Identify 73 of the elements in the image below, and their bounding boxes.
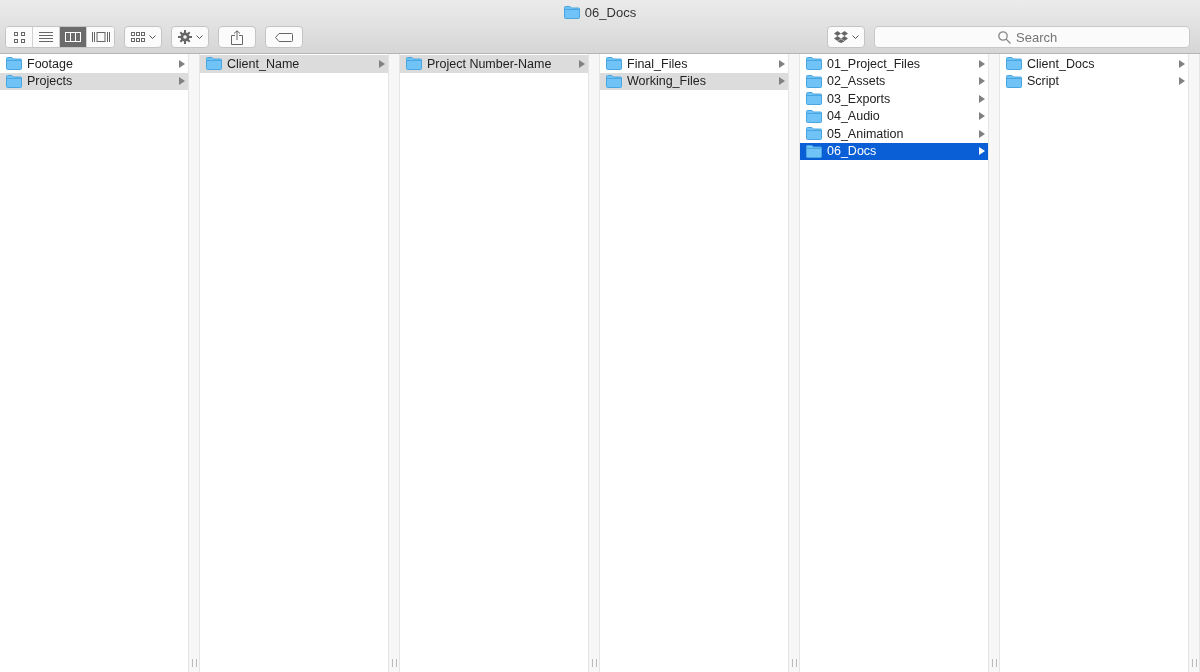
folder-name: Final_Files [627, 56, 689, 71]
resize-handle-icon [991, 659, 997, 667]
view-mode-button[interactable] [60, 27, 87, 47]
folder-icon [806, 92, 822, 106]
folder-row[interactable]: Script [1000, 72, 1188, 90]
folder-name: Footage [27, 56, 74, 71]
disclosure-arrow-icon [579, 59, 585, 68]
grid-icon [13, 31, 25, 43]
folder-icon [806, 144, 822, 158]
folder-row[interactable]: Working_Files [600, 72, 788, 90]
list-icon [39, 32, 53, 42]
columns-icon [65, 32, 81, 42]
gallery-icon [91, 32, 110, 42]
folder-icon [806, 74, 822, 88]
folder-name: 05_Animation [827, 126, 905, 141]
folder-row[interactable]: 01_Project_Files [800, 55, 988, 73]
folder-icon [1006, 57, 1022, 71]
dropbox-button[interactable] [827, 26, 865, 48]
folder-icon [206, 57, 222, 71]
folder-row[interactable]: 04_Audio [800, 107, 988, 125]
folder-name: 02_Assets [827, 74, 887, 89]
action-button[interactable] [171, 26, 209, 48]
resize-handle-icon [791, 659, 797, 667]
chevron-down-icon [148, 34, 156, 40]
share-icon [231, 29, 243, 45]
folder-row[interactable]: 03_Exports [800, 90, 988, 108]
tag-button[interactable] [265, 26, 303, 48]
folder-name: Script [1027, 74, 1060, 89]
folder-icon [406, 57, 422, 71]
folder-icon [806, 109, 822, 123]
folder-row[interactable]: 05_Animation [800, 125, 988, 143]
arrange-button[interactable] [124, 26, 162, 48]
folder-icon [6, 57, 22, 71]
folder-name: Working_Files [627, 74, 707, 89]
folder-name: 01_Project_Files [827, 56, 922, 71]
folder-name: 03_Exports [827, 91, 892, 106]
resize-handle-icon [191, 659, 197, 667]
folder-name: Project Number-Name [427, 56, 553, 71]
folder-name: Client_Docs [1027, 56, 1096, 71]
folder-row[interactable]: Footage [0, 55, 188, 73]
tag-icon [275, 32, 293, 42]
share-button[interactable] [218, 26, 256, 48]
folder-name: 06_Docs [827, 144, 878, 159]
folder-icon [1006, 74, 1022, 88]
folder-row[interactable]: Final_Files [600, 55, 788, 73]
folder-name: Projects [27, 74, 74, 89]
folder-row[interactable]: Project Number-Name [400, 55, 588, 73]
folder-icon [806, 57, 822, 71]
grid-icon [130, 32, 145, 42]
folder-row[interactable]: Client_Name [200, 55, 388, 73]
window-title: 06_Docs [584, 4, 637, 20]
resize-handle-icon [1191, 659, 1197, 667]
folder-icon [6, 74, 22, 88]
folder-row[interactable]: Projects [0, 72, 188, 90]
search-icon [998, 30, 1011, 44]
chevron-down-icon [851, 34, 859, 40]
gear-icon [177, 30, 192, 44]
dropbox-icon [833, 31, 848, 43]
folder-icon [563, 5, 580, 19]
folder-icon [606, 57, 622, 71]
folder-icon [606, 74, 622, 88]
folder-row[interactable]: Client_Docs [1000, 55, 1188, 73]
chevron-down-icon [195, 34, 203, 40]
folder-name: Client_Name [227, 56, 301, 71]
view-mode-button[interactable] [6, 27, 33, 47]
folder-name: 04_Audio [827, 109, 881, 124]
resize-handle-icon [591, 659, 597, 667]
disclosure-arrow-icon [379, 59, 385, 68]
folder-row[interactable]: 02_Assets [800, 72, 988, 90]
search-input[interactable]: Search [1016, 29, 1066, 45]
folder-icon [806, 127, 822, 141]
resize-handle-icon [391, 659, 397, 667]
folder-row[interactable]: 06_Docs [800, 142, 988, 160]
